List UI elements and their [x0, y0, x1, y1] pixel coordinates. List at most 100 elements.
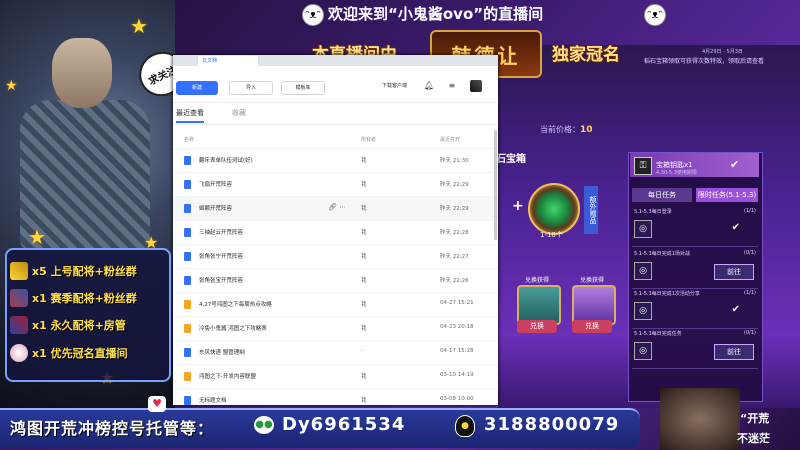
reward-subtitle: 4.30-5.3使用期限 — [656, 170, 697, 176]
scrollbar[interactable] — [494, 130, 497, 240]
check-icon: ✔ — [730, 158, 740, 171]
task-title: 5.1-5.3每日完成1次活动分享 — [634, 291, 700, 297]
browser-tab[interactable]: 云文档 — [198, 56, 258, 66]
exchange-button[interactable]: 兑换 — [572, 320, 612, 333]
doc-time: 昨天 22:27 — [440, 254, 469, 260]
task-row: 5.1-5.3每日完成1场对战 (0/1) ◎ 前往 — [632, 248, 758, 289]
doc-name[interactable]: 张角张宁开荒阵容 — [199, 252, 243, 260]
doc-name[interactable]: 鸿图之下-开发内容联盟 — [199, 372, 256, 380]
gem-chest-icon[interactable] — [528, 183, 580, 235]
table-row[interactable]: 翻斥表单队伍测试(好) 我 昨天 21:30 — [173, 148, 498, 173]
qq-icon: ● — [455, 415, 475, 437]
exchange-button[interactable]: 兑换 — [517, 320, 557, 333]
doc-owner: 我 — [361, 230, 367, 236]
doc-time: 03-08 10:00 — [440, 396, 474, 402]
table-row[interactable]: 冷兔小鬼酱 鸿图之下攻略表 我 04-23 20:18 — [173, 316, 498, 341]
row-actions-icon[interactable]: 🔗︎ ⋯ — [328, 203, 346, 211]
doc-name[interactable]: 冷兔小鬼酱 鸿图之下攻略表 — [199, 324, 267, 332]
slogan-line-1: “开荒 — [740, 412, 770, 425]
wechat-id: Dy6961534 — [282, 414, 406, 435]
doc-icon — [184, 180, 191, 189]
doc-owner: 我 — [361, 398, 367, 404]
doc-time: 03-10 14:19 — [440, 372, 474, 378]
knight-face-art — [52, 38, 112, 108]
doc-time: 04-23 20:18 — [440, 324, 474, 330]
go-button[interactable]: 前往 — [714, 264, 754, 280]
doc-time: 昨天 22:28 — [440, 230, 469, 236]
task-row: 5.1-5.3每日登录 (1/1) ◎ ✔ — [632, 206, 758, 247]
task-icon: ◎ — [634, 220, 652, 238]
table-row[interactable]: 飞扇开荒阵容 我 昨天 22:29 — [173, 172, 498, 197]
docs-tabs — [173, 102, 498, 125]
doc-name[interactable]: 三袖赵云开荒阵容 — [199, 228, 243, 236]
doc-time: 昨天 22:26 — [440, 278, 469, 284]
chest-icon[interactable] — [517, 285, 561, 325]
doc-name[interactable]: 4.27号鸿图之下每周热点攻略 — [199, 300, 272, 308]
menu-icon[interactable]: ≡ — [446, 80, 458, 92]
go-button[interactable]: 前往 — [714, 344, 754, 360]
qq-id: 3188800079 — [484, 414, 620, 435]
doc-time: 昨天 21:30 — [440, 158, 469, 164]
character-portrait-right — [660, 388, 740, 450]
doc-owner: 我 — [361, 326, 367, 332]
perk-text: x5 上号配将+粉丝群 — [32, 265, 137, 278]
task-icon: ◎ — [634, 262, 652, 280]
doc-owner: - — [361, 348, 363, 354]
doc-name[interactable]: 飞扇开荒阵容 — [199, 180, 232, 188]
table-row[interactable]: 三袖赵云开荒阵容 我 昨天 22:28 — [173, 220, 498, 245]
bell-icon[interactable]: 🔔︎ — [423, 80, 435, 92]
task-count: (0/1) — [744, 250, 756, 256]
doc-owner: 我 — [361, 158, 367, 164]
event-note: 稻石宝箱领取可获得次数特效，领取后请查看 — [644, 58, 765, 65]
perk-item: x1 优先冠名直播间 — [10, 342, 128, 364]
table-row[interactable]: 张角张宁开荒阵容 我 昨天 22:27 — [173, 244, 498, 269]
task-icon: ◎ — [634, 302, 652, 320]
table-row[interactable]: 张角张宝开荒阵容 我 昨天 22:26 — [173, 268, 498, 293]
doc-name[interactable]: 张角张宝开荒阵容 — [199, 276, 243, 284]
perk-item: x5 上号配将+粉丝群 — [10, 260, 137, 282]
task-row: 5.1-5.3每日完成任务 (0/1) ◎ 前往 — [632, 328, 758, 369]
price-value: 10 — [580, 125, 593, 135]
tab-daily-tasks[interactable]: 每日任务 — [632, 188, 692, 202]
heart-icon: ♥ — [148, 396, 166, 412]
general-portrait-icon — [10, 289, 28, 307]
doc-icon — [184, 348, 191, 357]
download-client-link[interactable]: 下载客户端 — [382, 82, 407, 89]
doc-name[interactable]: 翻斥表单队伍测试(好) — [199, 156, 253, 164]
doc-name[interactable]: 东风快递 盟管理制 — [199, 348, 245, 356]
table-row[interactable]: 4.27号鸿图之下每周热点攻略 我 04-27 15:21 — [173, 292, 498, 317]
table-row[interactable]: 鸿图之下-开发内容联盟 我 03-10 14:19 — [173, 364, 498, 389]
column-name[interactable]: 名称 — [184, 136, 194, 143]
general-portrait-icon — [10, 316, 28, 334]
template-button[interactable]: 模板库 — [281, 81, 325, 95]
doc-time: 昨天 22:29 — [440, 206, 469, 212]
doc-time: 昨天 22:29 — [440, 182, 469, 188]
doc-name[interactable]: 姬颗开荒阵容 — [199, 204, 232, 212]
welcome-text: 欢迎来到“小鬼酱ovo”的直播间 — [328, 5, 544, 23]
doc-icon — [184, 276, 191, 285]
avatar[interactable] — [470, 80, 482, 92]
bunny-icon: ᵔᴥᵔ — [644, 4, 666, 26]
plus-icon: + — [512, 198, 524, 214]
table-row[interactable]: 东风快递 盟管理制 - 04-17 15:28 — [173, 340, 498, 365]
tab-favorites[interactable]: 收藏 — [232, 108, 246, 118]
doc-owner: 我 — [361, 302, 367, 308]
folder-icon — [184, 372, 191, 381]
new-button[interactable]: 新建 — [176, 81, 218, 95]
doc-name[interactable]: 无标题文档 — [199, 396, 227, 404]
doc-icon — [184, 156, 191, 165]
event-date: 4月29日 - 5月3日 — [702, 49, 743, 55]
tab-limited-tasks[interactable]: 限时任务(5.1-5.3) — [696, 188, 758, 202]
perk-item: x1 赛季配将+粉丝群 — [10, 287, 137, 309]
chest-tag: 兑换获得 — [524, 277, 549, 284]
table-row[interactable]: 姬颗开荒阵容 我 昨天 22:29 🔗︎ ⋯ — [173, 196, 498, 221]
column-time[interactable]: 最近打开 — [440, 136, 460, 143]
import-button[interactable]: 导入 — [229, 81, 273, 95]
check-icon: ✔ — [731, 304, 740, 315]
sword-icon — [10, 262, 28, 280]
chest-icon[interactable] — [572, 285, 616, 325]
column-owner[interactable]: 所有者 — [361, 136, 376, 143]
perk-text: x1 永久配将+房管 — [32, 319, 126, 332]
tab-recent[interactable]: 最近查看 — [176, 108, 204, 118]
task-title: 5.1-5.3每日登录 — [634, 209, 672, 215]
